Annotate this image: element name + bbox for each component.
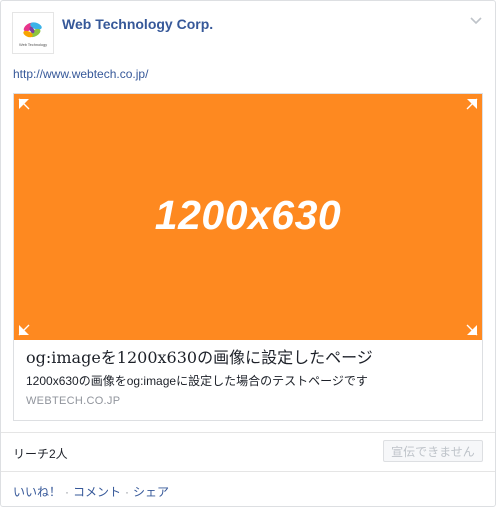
link-title[interactable]: og:imageを1200x630の画像に設定したページ xyxy=(26,348,472,368)
post-header: Web Technology Web Technology Corp. xyxy=(12,12,482,56)
link-description: 1200x630の画像をog:imageに設定した場合のテストページです xyxy=(26,374,368,388)
og-image[interactable]: 1200x630 xyxy=(14,94,482,340)
link-card-body: og:imageを1200x630の画像に設定したページ 1200x630の画像… xyxy=(26,348,472,408)
post-actions: いいね！ · コメント · シェア xyxy=(13,483,169,500)
divider xyxy=(1,432,495,433)
logo-mark-icon xyxy=(23,22,42,38)
link-domain: WEBTECH.CO.JP xyxy=(26,395,121,407)
reach-count: リーチ2人 xyxy=(13,447,68,461)
corner-top-right-icon xyxy=(466,98,478,110)
post-link-url[interactable]: http://www.webtech.co.jp/ xyxy=(13,67,148,81)
divider xyxy=(1,471,495,472)
chevron-down-icon xyxy=(470,17,482,25)
like-link[interactable]: いいね！ xyxy=(13,485,61,499)
logo-text: Web Technology xyxy=(18,42,48,47)
promote-button[interactable]: 宣伝できません xyxy=(383,440,483,462)
link-preview-card[interactable]: 1200x630 og:imageを1200x630の画像に設定したページ 12… xyxy=(13,93,483,421)
facebook-post: Web Technology Web Technology Corp. http… xyxy=(0,0,496,507)
share-link[interactable]: シェア xyxy=(133,485,169,499)
page-name-link[interactable]: Web Technology Corp. xyxy=(62,16,213,32)
corner-top-left-icon xyxy=(18,98,30,110)
corner-bottom-left-icon xyxy=(18,324,30,336)
og-image-size-label: 1200x630 xyxy=(154,192,342,238)
post-options-button[interactable] xyxy=(468,14,484,28)
action-separator: · xyxy=(65,485,70,499)
page-logo[interactable]: Web Technology xyxy=(12,12,54,54)
corner-bottom-right-icon xyxy=(466,324,478,336)
action-separator: · xyxy=(125,485,130,499)
comment-link[interactable]: コメント xyxy=(73,485,121,499)
